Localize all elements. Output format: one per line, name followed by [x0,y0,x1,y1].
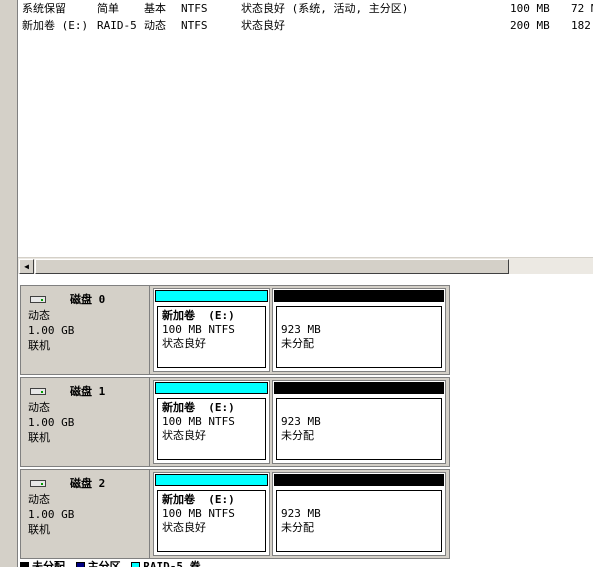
unallocated-color-bar [274,382,444,394]
disk-row-1[interactable]: 磁盘 1 动态 1.00 GB 联机 新加卷 (E:) 100 MB NTFS … [20,377,450,467]
disk-graphical-view: 磁盘 0 动态 1.00 GB 联机 新加卷 (E:) 100 MB NTFS … [18,274,593,567]
volume-name: 系统保留 [22,2,66,15]
volume-name: 新加卷 [162,493,195,506]
legend-swatch-primary [75,561,85,567]
raid5-color-bar [155,290,268,302]
disk-info[interactable]: 磁盘 2 动态 1.00 GB 联机 [21,470,150,558]
volume-name: 新加卷 (E:) [22,19,89,32]
unallocated-label: 未分配 [281,429,314,442]
volume-capacity: 200 MB [510,19,550,32]
unallocated-partition[interactable]: 923 MB 未分配 [272,472,446,556]
raid5-color-bar [155,382,268,394]
scroll-left-arrow-icon[interactable]: ◀ [19,259,34,274]
unallocated-size: 923 MB [281,415,321,428]
volume-capacity: 100 MB [510,2,550,15]
legend-label-raid5: RAID-5 卷 [143,560,201,567]
hard-disk-icon [30,296,46,303]
volume-detail: 100 MB NTFS [162,507,235,520]
raid5-color-bar [155,474,268,486]
volume-detail: 100 MB NTFS [162,323,235,336]
disk-row-0[interactable]: 磁盘 0 动态 1.00 GB 联机 新加卷 (E:) 100 MB NTFS … [20,285,450,375]
volume-letter: (E:) [208,493,235,506]
raid5-volume-partition[interactable]: 新加卷 (E:) 100 MB NTFS 状态良好 [153,472,270,556]
hard-disk-icon [30,480,46,487]
volume-free-space: 182 [571,19,591,32]
unallocated-partition[interactable]: 923 MB 未分配 [272,288,446,372]
volume-status: 状态良好 [162,337,206,350]
volume-letter: (E:) [208,309,235,322]
volume-type: 基本 [144,2,166,15]
volume-filesystem: NTFS [181,2,208,15]
horizontal-scrollbar[interactable]: ◀ [18,257,593,274]
volume-status: 状态良好 [241,19,285,32]
unallocated-size: 923 MB [281,507,321,520]
disk-info[interactable]: 磁盘 1 动态 1.00 GB 联机 [21,378,150,466]
unallocated-color-bar [274,290,444,302]
scrollbar-thumb[interactable] [35,259,509,274]
volume-layout: RAID-5 [97,19,137,32]
disk-kind: 动态 [28,401,50,414]
volume-list: 系统保留 简单 基本 NTFS 状态良好 (系统, 活动, 主分区) 100 M… [18,0,593,257]
hard-disk-icon [30,388,46,395]
legend-swatch-unallocated [20,561,29,567]
volume-status: 状态良好 [162,521,206,534]
unallocated-label: 未分配 [281,337,314,350]
disk-name: 磁盘 2 [70,477,106,490]
legend-swatch-raid5 [131,561,141,567]
disk-name: 磁盘 0 [70,293,106,306]
unallocated-color-bar [274,474,444,486]
legend-label-primary: 主分区 [87,560,121,567]
disk-kind: 动态 [28,309,50,322]
volume-filesystem: NTFS [181,19,208,32]
disk-row-2[interactable]: 磁盘 2 动态 1.00 GB 联机 新加卷 (E:) 100 MB NTFS … [20,469,450,559]
disk-name: 磁盘 1 [70,385,106,398]
volume-name: 新加卷 [162,401,195,414]
raid5-volume-partition[interactable]: 新加卷 (E:) 100 MB NTFS 状态良好 [153,288,270,372]
volume-name: 新加卷 [162,309,195,322]
unallocated-partition[interactable]: 923 MB 未分配 [272,380,446,464]
volume-detail: 100 MB NTFS [162,415,235,428]
disk-state: 联机 [28,339,50,352]
raid5-volume-partition[interactable]: 新加卷 (E:) 100 MB NTFS 状态良好 [153,380,270,464]
legend: 未分配 主分区 RAID-5 卷 [20,558,201,567]
volume-letter: (E:) [208,401,235,414]
disk-size: 1.00 GB [28,324,75,337]
disk-size: 1.00 GB [28,508,75,521]
volume-status: 状态良好 [162,429,206,442]
disk-kind: 动态 [28,493,50,506]
volume-layout: 简单 [97,2,119,15]
volume-free-space: 72 M [571,2,593,15]
volume-type: 动态 [144,19,166,32]
left-frame-edge [0,0,18,567]
legend-label-unallocated: 未分配 [32,560,65,567]
disk-size: 1.00 GB [28,416,75,429]
disk-state: 联机 [28,523,50,536]
unallocated-label: 未分配 [281,521,314,534]
disk-state: 联机 [28,431,50,444]
volume-status: 状态良好 (系统, 活动, 主分区) [241,2,409,15]
disk-info[interactable]: 磁盘 0 动态 1.00 GB 联机 [21,286,150,374]
unallocated-size: 923 MB [281,323,321,336]
